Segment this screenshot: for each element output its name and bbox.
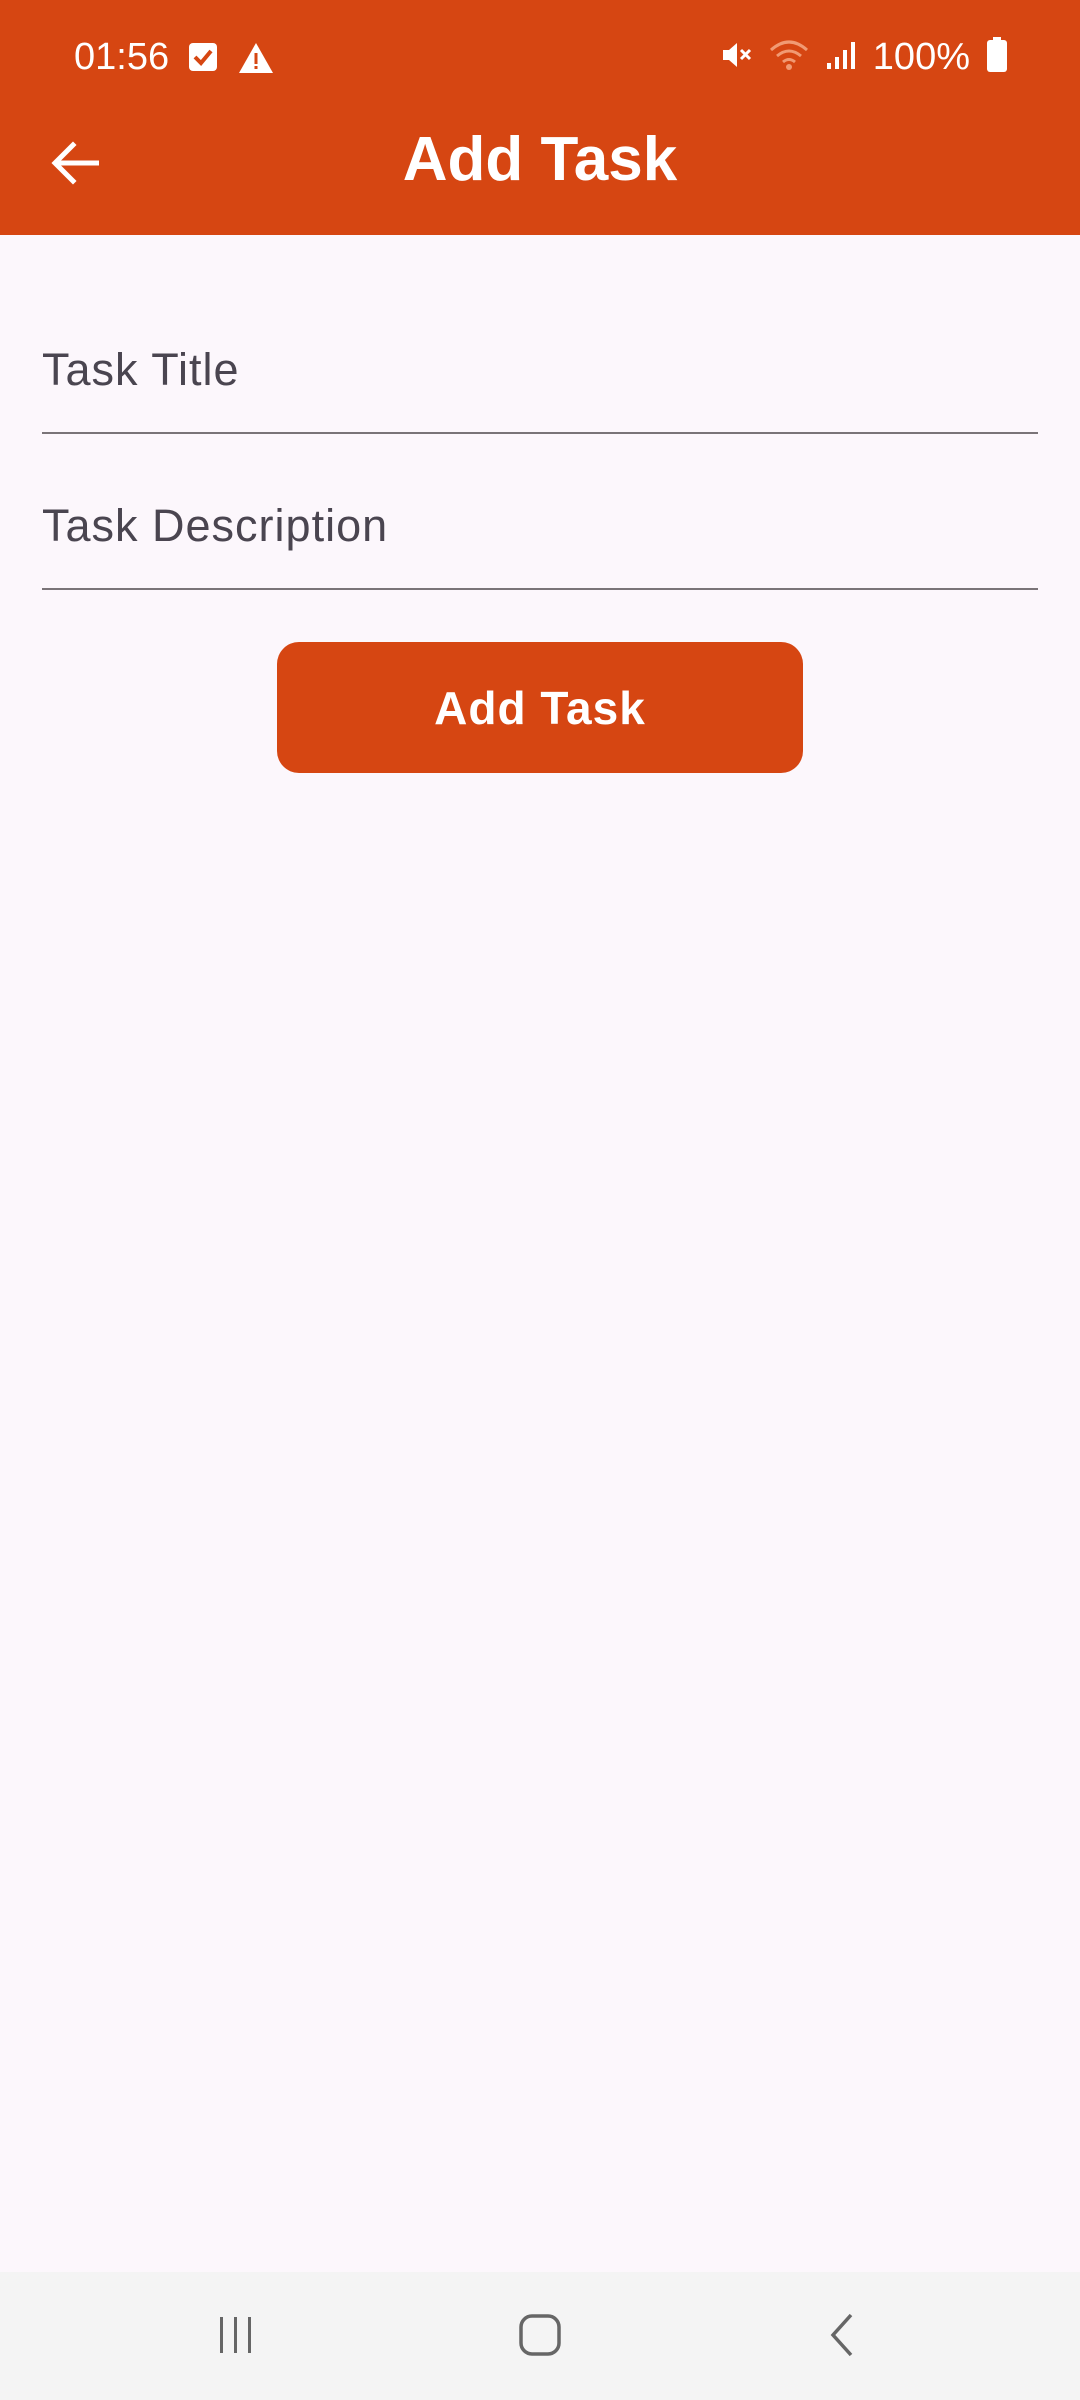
recent-apps-button[interactable] (196, 2302, 276, 2372)
status-time: 01:56 (74, 36, 170, 78)
signal-icon (825, 39, 857, 76)
task-description-field[interactable]: Task Description (42, 472, 1038, 590)
top-bar: 01:56 100% Add Task (0, 0, 1080, 235)
battery-icon (986, 37, 1008, 78)
task-title-field[interactable]: Task Title (42, 316, 1038, 434)
add-task-button-label: Add Task (434, 681, 646, 734)
home-icon (517, 2312, 563, 2363)
recent-apps-icon (214, 2313, 258, 2362)
task-title-placeholder: Task Title (42, 344, 240, 395)
app-bar: Add Task (0, 120, 1080, 235)
checkbox-icon (188, 42, 218, 79)
back-icon (825, 2311, 859, 2364)
add-task-button[interactable]: Add Task (277, 642, 803, 773)
wifi-icon (769, 38, 809, 77)
system-back-button[interactable] (802, 2302, 882, 2372)
mute-icon (719, 38, 753, 77)
add-task-screen: 01:56 100% Add Task Task Title Task Desc… (0, 0, 1080, 2400)
system-nav-bar (0, 2272, 1080, 2400)
task-description-placeholder: Task Description (42, 500, 389, 551)
status-bar: 01:56 100% (0, 0, 1080, 120)
page-title: Add Task (402, 125, 678, 194)
battery-percent: 100% (872, 36, 970, 78)
warning-icon (238, 42, 274, 79)
home-button[interactable] (500, 2302, 580, 2372)
